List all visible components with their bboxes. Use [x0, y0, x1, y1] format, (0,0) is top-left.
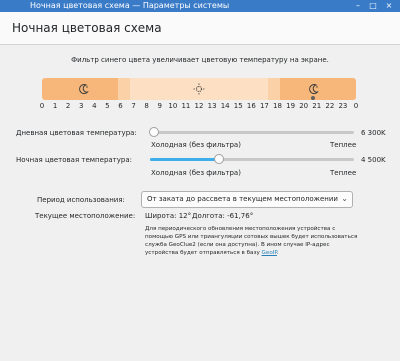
window-titlebar[interactable]: Ночная цветовая схема — Параметры систем…: [0, 0, 400, 12]
night-temperature-value: 4 500K: [361, 156, 386, 164]
day-max-label: Теплее: [330, 141, 357, 149]
night-min-label: Холодная (без фильтра): [151, 169, 241, 177]
sunrise-transition: [118, 78, 130, 100]
page-title: Ночная цветовая схема: [12, 21, 162, 35]
hour-label: 12: [194, 102, 204, 110]
day-temperature-label: Дневная цветовая температура:: [16, 129, 137, 137]
hour-label: 10: [168, 102, 178, 110]
day-night-timeline: [42, 78, 356, 100]
description-text: Фильтр синего цвета увеличивает цветовую…: [71, 56, 329, 64]
hour-label: 3: [79, 102, 84, 110]
location-label: Текущее местоположение:: [35, 212, 136, 220]
hour-label: 19: [286, 102, 296, 110]
hour-label: 16: [246, 102, 256, 110]
hour-label: 11: [181, 102, 191, 110]
day-temperature-value: 6 300K: [361, 129, 386, 137]
hour-label: 21: [312, 102, 322, 110]
chevron-down-icon: ⌄: [341, 194, 348, 203]
period-label: Период использования:: [37, 196, 125, 204]
hour-label: 4: [92, 102, 97, 110]
hour-label: 0: [39, 102, 45, 110]
hour-label: 2: [65, 102, 71, 110]
night-max-label: Теплее: [330, 169, 357, 177]
period-dropdown[interactable]: От заката до рассвета в текущем местопол…: [141, 191, 353, 208]
sun-icon: [193, 83, 205, 95]
hour-label: 7: [131, 102, 136, 110]
moon-icon: [78, 83, 90, 95]
geoclue-note: Для периодического обновления местополож…: [145, 225, 360, 257]
sunset-transition: [268, 78, 280, 100]
close-button[interactable]: ×: [384, 0, 394, 12]
hour-label: 1: [52, 102, 58, 110]
hour-label: 0: [353, 102, 359, 110]
day-min-label: Холодная (без фильтра): [151, 141, 241, 149]
geoclue-note-text: Для периодического обновления местополож…: [145, 226, 358, 256]
hour-label: 18: [273, 102, 282, 110]
hour-label: 8: [144, 102, 149, 110]
hour-label: 17: [259, 102, 269, 110]
window-title: Ночная цветовая схема — Параметры систем…: [30, 1, 230, 10]
day-temperature-handle[interactable]: [149, 127, 160, 137]
night-temperature-label: Ночная цветовая температура:: [16, 156, 132, 164]
moon-icon: [308, 83, 320, 95]
hour-label: 13: [207, 102, 217, 110]
hour-label: 9: [157, 102, 162, 110]
night-temperature-handle[interactable]: [214, 154, 225, 164]
hour-label: 20: [299, 102, 309, 110]
minimize-button[interactable]: –: [353, 0, 363, 12]
hour-label: 6: [118, 102, 123, 110]
night-temperature-slider[interactable]: [150, 154, 354, 164]
period-selected-value: От заката до рассвета в текущем местопол…: [147, 195, 338, 203]
hour-label: 5: [105, 102, 110, 110]
maximize-button[interactable]: □: [368, 0, 378, 12]
geoip-link[interactable]: GeoIP: [262, 250, 277, 256]
geoclue-note-end: .: [276, 250, 279, 256]
hour-label: 22: [325, 102, 335, 110]
night-temperature-fill: [150, 158, 220, 161]
latitude-value: Широта: 12°: [145, 212, 192, 220]
hour-label: 23: [338, 102, 348, 110]
hour-label: 15: [233, 102, 243, 110]
longitude-value: Долгота: -61,76°: [192, 212, 254, 220]
page-header: Ночная цветовая схема: [0, 12, 400, 45]
hour-label: 14: [220, 102, 230, 110]
day-temperature-slider[interactable]: [149, 127, 354, 137]
